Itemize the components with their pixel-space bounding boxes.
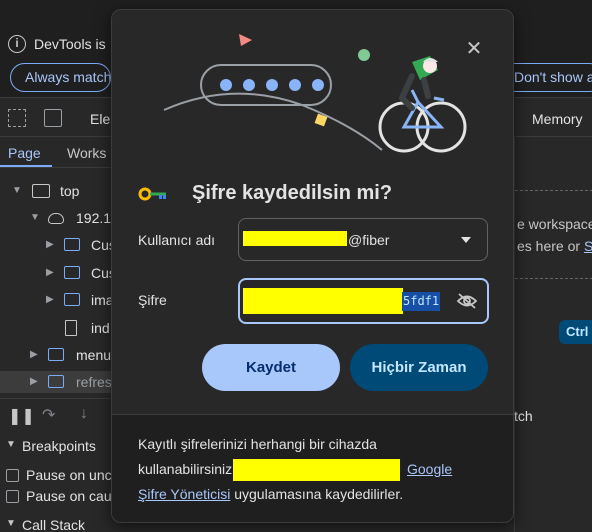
chevron-right-icon: ▶ (46, 267, 54, 278)
workspace-hint-line2: es here or S (517, 238, 592, 254)
eye-off-icon[interactable] (456, 292, 478, 310)
close-button[interactable]: ✕ (460, 36, 488, 64)
call-stack-header[interactable]: ▼ Call Stack (0, 514, 112, 532)
save-password-dialog: ✕ Şifre kaydedilsin mi? Kullanıcı adı @f… (111, 9, 514, 523)
device-toolbar-icon[interactable] (44, 109, 62, 127)
step-into-icon[interactable]: ↓ (80, 405, 88, 423)
tree-item-folder[interactable]: ▶ Cus (0, 262, 116, 284)
folder-icon (64, 293, 80, 306)
chevron-down-icon (461, 237, 471, 243)
chevron-down-icon: ▼ (6, 518, 16, 529)
password-value: 5fdf1 (402, 292, 441, 311)
chevron-right-icon: ▶ (30, 349, 38, 360)
cloud-icon (48, 213, 64, 224)
chevron-down-icon: ▼ (30, 212, 40, 223)
footer-text-line1: Kayıtlı şifrelerinizi herhangi bir cihaz… (138, 436, 377, 452)
tab-page[interactable]: Page (8, 145, 41, 161)
username-value: @fiber (348, 232, 390, 248)
tree-item-top[interactable]: ▼ top (0, 180, 112, 202)
pause-caught-checkbox[interactable]: Pause on cau (0, 486, 112, 508)
chevron-down-icon: ▼ (12, 185, 22, 196)
folder-icon (48, 348, 64, 361)
debugger-controls: ❚❚ ↷ ↓ (0, 398, 112, 432)
step-over-icon[interactable]: ↷ (42, 405, 55, 425)
redaction-block (243, 288, 403, 314)
password-illustration (163, 34, 467, 153)
tree-item-folder[interactable]: ▶ Cus (0, 234, 116, 256)
frame-icon (32, 184, 50, 198)
inspect-icon[interactable] (8, 109, 26, 127)
footer-text-line3: Şifre Yöneticisi uygulamasına kaydedilir… (138, 486, 404, 502)
username-label: Kullanıcı adı (138, 232, 216, 248)
chevron-right-icon: ▶ (46, 239, 54, 250)
folder-icon (48, 375, 64, 388)
chevron-right-icon: ▶ (30, 376, 38, 387)
ctrl-shortcut-badge: Ctrl (559, 320, 592, 344)
tree-item-host[interactable]: ▼ 192.1 (0, 207, 112, 229)
dashed-divider (515, 190, 592, 191)
dialog-title: Şifre kaydedilsin mi? (192, 182, 393, 204)
password-label: Şifre (138, 292, 167, 308)
password-manager-link[interactable]: Şifre Yöneticisi (138, 486, 230, 502)
tree-item-folder[interactable]: ▶ ima (0, 289, 114, 311)
redaction-block (243, 231, 347, 246)
infobar-text: DevTools is (34, 36, 106, 52)
dialog-footer: Kayıtlı şifrelerinizi herhangi bir cihaz… (112, 414, 513, 522)
tree-item-file[interactable]: ind (0, 317, 112, 339)
workspace-hint-line1: e workspace (517, 216, 592, 232)
username-select[interactable]: @fiber (238, 218, 488, 261)
dashed-divider (515, 278, 592, 279)
breakpoints-header[interactable]: ▼ Breakpoints (0, 435, 112, 459)
save-button[interactable]: Kaydet (202, 344, 340, 391)
active-tab-indicator (0, 165, 52, 167)
close-icon: ✕ (465, 38, 483, 60)
folder-icon (64, 266, 80, 279)
password-field[interactable]: 5fdf1 (238, 278, 489, 324)
workspace-pane: e workspace es here or S Ctrl (514, 138, 592, 532)
info-icon: i (8, 35, 26, 53)
checkbox[interactable] (6, 469, 19, 482)
footer-text-line2: kullanabilirsiniz (138, 461, 233, 477)
always-match-button[interactable]: Always match (10, 63, 111, 92)
folder-icon (64, 238, 80, 251)
redaction-block (233, 459, 400, 481)
key-icon (138, 187, 166, 201)
tree-item-menu[interactable]: ▶ menu (0, 344, 112, 366)
file-icon (65, 320, 77, 336)
tab-memory[interactable]: Memory (532, 111, 583, 127)
tab-watch[interactable]: tch (514, 408, 533, 424)
tree-item-refresh[interactable]: ▶ refres (0, 371, 112, 393)
pause-uncaught-checkbox[interactable]: Pause on unc (0, 465, 112, 487)
dont-show-button[interactable]: Don't show a (514, 63, 592, 92)
never-button[interactable]: Hiçbir Zaman (350, 344, 488, 391)
google-link[interactable]: Google (407, 461, 452, 477)
checkbox[interactable] (6, 490, 19, 503)
workspace-link[interactable]: S (584, 238, 592, 254)
chevron-right-icon: ▶ (46, 294, 54, 305)
pause-icon[interactable]: ❚❚ (8, 406, 35, 426)
chevron-down-icon: ▼ (6, 439, 16, 450)
tab-workspace[interactable]: Works (67, 145, 106, 161)
